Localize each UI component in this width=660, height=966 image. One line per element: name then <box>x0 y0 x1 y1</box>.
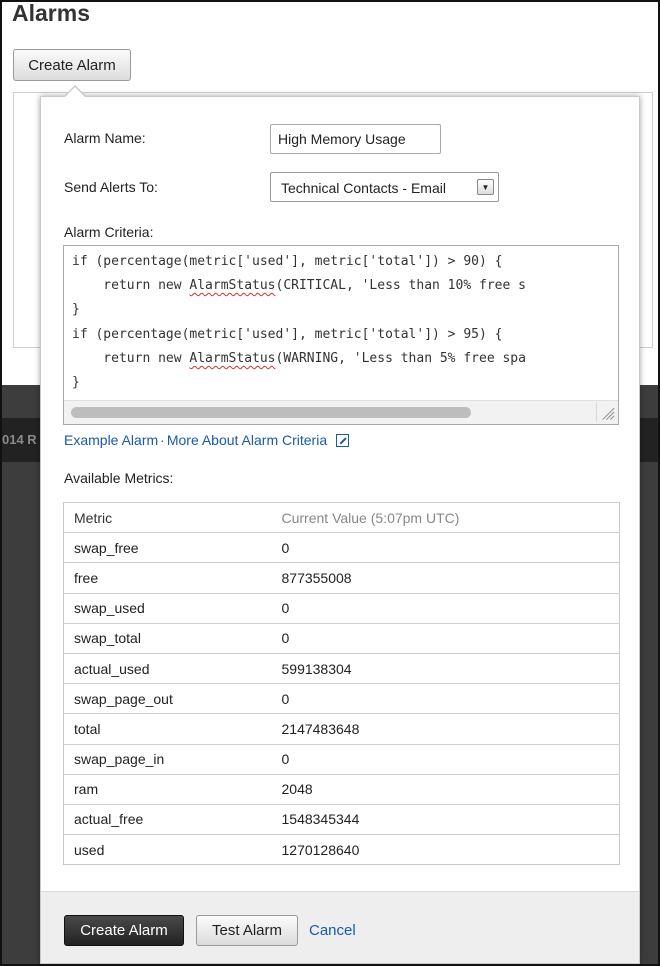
code-line: return new AlarmStatus(CRITICAL, 'Less t… <box>72 274 526 298</box>
metric-name-cell: ram <box>63 773 272 805</box>
test-alarm-button[interactable]: Test Alarm <box>196 915 298 946</box>
alarm-criteria-editor[interactable]: if (percentage(metric['used'], metric['t… <box>63 245 619 425</box>
metric-value-cell: 599138304 <box>271 652 620 684</box>
table-row: swap_total 0 <box>63 622 620 654</box>
submit-create-alarm-button[interactable]: Create Alarm <box>64 915 184 946</box>
metrics-table-body: swap_free 0 free 877355008 swap_used 0 swap_to… <box>63 532 620 865</box>
create-alarm-button[interactable]: Create Alarm <box>13 49 131 81</box>
chevron-down-icon[interactable]: ▼ <box>477 179 494 195</box>
link-separator: · <box>160 432 165 448</box>
code-text: return new <box>72 350 190 366</box>
metric-value-cell: 0 <box>271 592 620 624</box>
table-row: total 2147483648 <box>63 713 620 744</box>
send-alerts-select[interactable]: Technical Contacts - Email ▼ <box>270 172 499 202</box>
table-row: used 1270128640 <box>63 834 620 865</box>
table-row: swap_page_in 0 <box>63 743 620 775</box>
spellcheck-word: AlarmStatus <box>189 278 276 294</box>
code-line: if (percentage(metric['used'], metric['t… <box>72 323 526 347</box>
alarm-criteria-label: Alarm Criteria: <box>64 224 154 240</box>
metric-name-cell: swap_page_in <box>63 743 272 775</box>
header-metric: Metric <box>63 501 272 533</box>
scrollbar-thumb[interactable] <box>71 407 471 418</box>
table-row: free 877355008 <box>63 562 620 594</box>
send-alerts-value: Technical Contacts - Email <box>281 180 446 196</box>
table-row: ram 2048 <box>63 773 620 805</box>
metric-value-cell: 1548345344 <box>271 803 620 835</box>
code-text: return new <box>72 278 190 294</box>
header-current-value: Current Value (5:07pm UTC) <box>271 501 620 533</box>
page-title: Alarms <box>12 0 90 26</box>
resize-grip-icon[interactable] <box>596 402 616 422</box>
table-header-row: Metric Current Value (5:07pm UTC) <box>63 501 620 533</box>
metric-value-cell: 2048 <box>271 773 620 805</box>
dialog-footer: Create Alarm Test Alarm Cancel <box>41 891 639 963</box>
external-link-icon[interactable] <box>336 434 350 447</box>
code-text: } <box>72 375 80 391</box>
background-bar-text: 014 R <box>2 432 37 447</box>
metric-value-cell: 0 <box>271 622 620 654</box>
more-about-criteria-link[interactable]: More About Alarm Criteria <box>167 432 327 448</box>
metric-value-cell: 2147483648 <box>271 713 620 744</box>
create-alarm-dialog: Alarm Name: Send Alerts To: Technical Co… <box>40 96 640 964</box>
metric-value-cell: 1270128640 <box>271 834 620 865</box>
metric-name-cell: swap_total <box>63 622 272 654</box>
example-alarm-link[interactable]: Example Alarm <box>64 432 158 448</box>
horizontal-scrollbar[interactable] <box>64 400 618 424</box>
table-row: swap_free 0 <box>63 532 620 563</box>
available-metrics-label: Available Metrics: <box>64 470 174 486</box>
table-row: swap_used 0 <box>63 592 620 624</box>
code-text: (CRITICAL, 'Less than 10% free s <box>275 278 526 294</box>
metric-name-cell: swap_used <box>63 592 272 624</box>
code-line: } <box>72 371 526 395</box>
code-line: return new AlarmStatus(WARNING, 'Less th… <box>72 347 526 371</box>
code-line: } <box>72 298 526 322</box>
alarm-name-input[interactable] <box>270 124 441 154</box>
table-row: actual_free 1548345344 <box>63 803 620 835</box>
table-row: actual_used 599138304 <box>63 652 620 684</box>
criteria-code: if (percentage(metric['used'], metric['t… <box>72 250 526 395</box>
code-text: } <box>72 302 80 318</box>
metric-value-cell: 0 <box>271 743 620 775</box>
metric-name-cell: swap_page_out <box>63 683 272 714</box>
metric-value-cell: 877355008 <box>271 562 620 594</box>
metric-name-cell: total <box>63 713 272 744</box>
table-row: swap_page_out 0 <box>63 683 620 714</box>
criteria-links: Example Alarm · More About Alarm Criteria <box>64 432 350 448</box>
spellcheck-word: AlarmStatus <box>189 350 276 366</box>
code-line: if (percentage(metric['used'], metric['t… <box>72 250 526 274</box>
code-text: if (percentage(metric['used'], metric['t… <box>72 254 503 269</box>
metric-value-cell: 0 <box>271 532 620 563</box>
send-alerts-label: Send Alerts To: <box>64 179 158 195</box>
code-text: (WARNING, 'Less than 5% free spa <box>275 350 526 366</box>
cancel-link[interactable]: Cancel <box>309 922 356 939</box>
alarm-name-label: Alarm Name: <box>64 130 146 146</box>
metric-name-cell: free <box>63 562 272 594</box>
metric-value-cell: 0 <box>271 683 620 714</box>
metric-name-cell: actual_free <box>63 803 272 835</box>
code-text: if (percentage(metric['used'], metric['t… <box>72 326 503 342</box>
metric-name-cell: actual_used <box>63 652 272 684</box>
metric-name-cell: swap_free <box>63 532 272 563</box>
popover-arrow-inner <box>64 87 86 98</box>
metrics-table: Metric Current Value (5:07pm UTC) swap_f… <box>63 501 620 866</box>
metric-name-cell: used <box>63 834 272 865</box>
